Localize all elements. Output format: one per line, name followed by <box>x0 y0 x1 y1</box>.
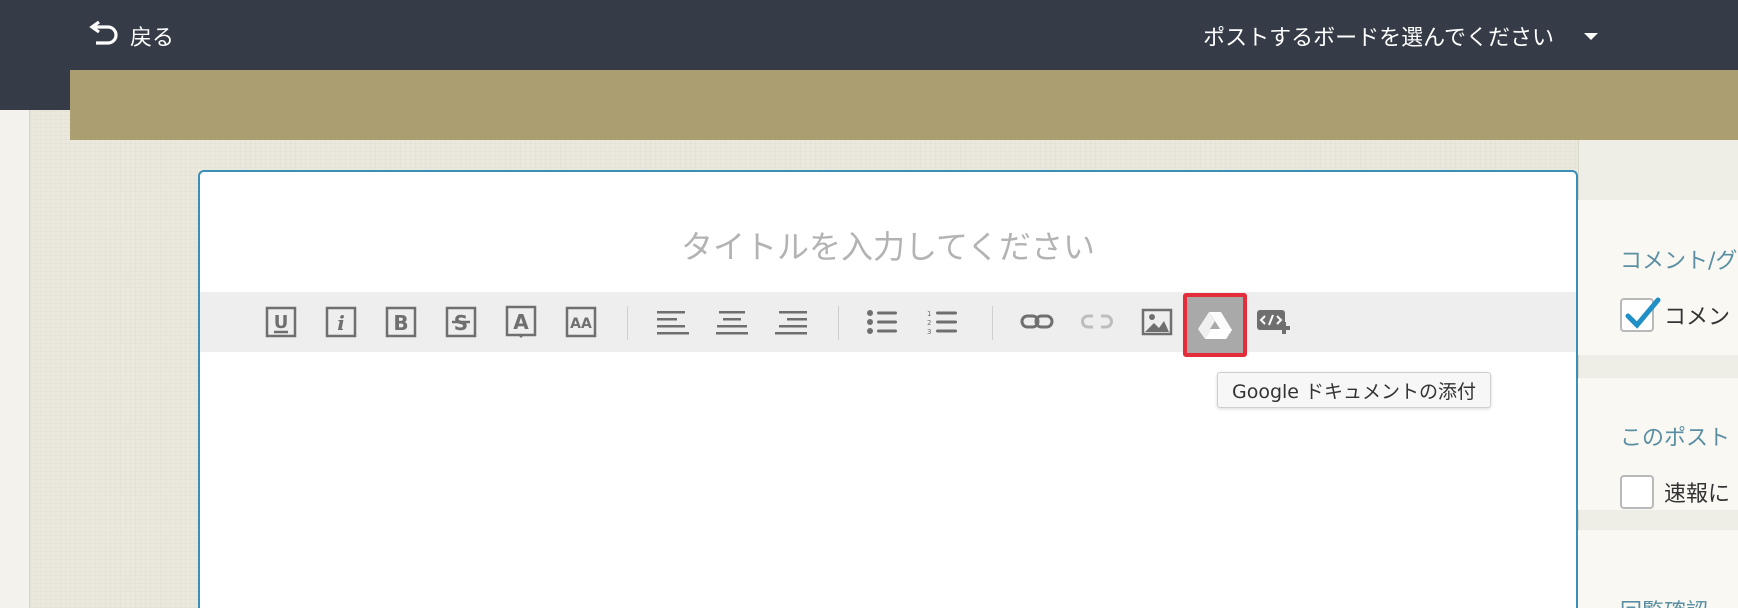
insert-image-button[interactable] <box>1137 302 1177 342</box>
align-right-button[interactable] <box>772 302 812 342</box>
insert-link-button[interactable] <box>1017 302 1057 342</box>
google-drive-icon <box>1198 312 1232 339</box>
align-left-button[interactable] <box>652 302 692 342</box>
font-size-glyph: AA <box>570 316 592 332</box>
left-strip <box>0 110 30 608</box>
bold-glyph: B <box>393 311 408 335</box>
font-color-glyph: A <box>513 310 529 334</box>
underline-button[interactable]: U <box>261 302 301 342</box>
post-settings-panel: コメント/グ コメン このポスト 速報に 回覧確認 <box>1578 140 1738 608</box>
post-settings-heading: このポスト <box>1620 426 1731 451</box>
underline-glyph: U <box>274 312 289 333</box>
embed-code-icon <box>1257 310 1290 334</box>
google-drive-attach-button[interactable] <box>1183 293 1247 357</box>
bullet-list-button[interactable] <box>862 302 902 342</box>
unlink-button[interactable] <box>1077 302 1117 342</box>
image-icon <box>1141 308 1173 336</box>
breaking-news-checkbox[interactable] <box>1620 475 1654 509</box>
checkmark-icon <box>1625 297 1661 329</box>
board-banner <box>70 70 1738 140</box>
strikethrough-button[interactable]: S <box>441 302 481 342</box>
font-size-button[interactable]: AA <box>561 302 601 342</box>
comment-toggle-row: コメン <box>1620 297 1731 332</box>
numbered-list-button[interactable]: 1 2 3 <box>922 302 962 342</box>
svg-text:3: 3 <box>927 328 931 336</box>
board-select-label: ポストするボードを選んでください <box>1203 26 1554 51</box>
breaking-news-label: 速報に <box>1664 482 1731 507</box>
toolbar-separator <box>992 306 993 340</box>
editor-toolbar: U i B S A <box>200 292 1576 357</box>
italic-button[interactable]: i <box>321 302 361 342</box>
svg-text:1: 1 <box>927 310 931 318</box>
back-button[interactable]: 戻る <box>86 18 174 54</box>
comment-checkbox[interactable] <box>1620 297 1661 332</box>
back-label: 戻る <box>130 26 175 51</box>
comment-checkbox-label: コメン <box>1664 305 1731 330</box>
embed-code-button[interactable] <box>1253 302 1293 342</box>
italic-glyph: i <box>337 311 345 335</box>
font-color-button[interactable]: A <box>501 302 541 342</box>
caret-down-icon <box>1584 32 1598 40</box>
read-confirm-heading: 回覧確認 <box>1620 594 1708 608</box>
undo-arrow-icon <box>86 18 122 54</box>
align-center-button[interactable] <box>712 302 752 342</box>
board-select-dropdown[interactable]: ポストするボードを選んでください <box>1203 16 1598 56</box>
toolbar-separator <box>627 306 628 340</box>
bold-button[interactable]: B <box>381 302 421 342</box>
drive-tooltip: Google ドキュメントの添付 <box>1217 372 1492 408</box>
breaking-news-row: 速報に <box>1620 475 1730 509</box>
comment-settings-heading: コメント/グ <box>1620 249 1738 274</box>
svg-text:2: 2 <box>927 319 931 327</box>
link-icon <box>1020 314 1054 329</box>
title-input[interactable] <box>200 222 1576 272</box>
toolbar-separator <box>838 306 839 340</box>
unlink-icon <box>1081 314 1113 329</box>
read-confirm-row: 回覧確認 <box>1620 594 1708 608</box>
